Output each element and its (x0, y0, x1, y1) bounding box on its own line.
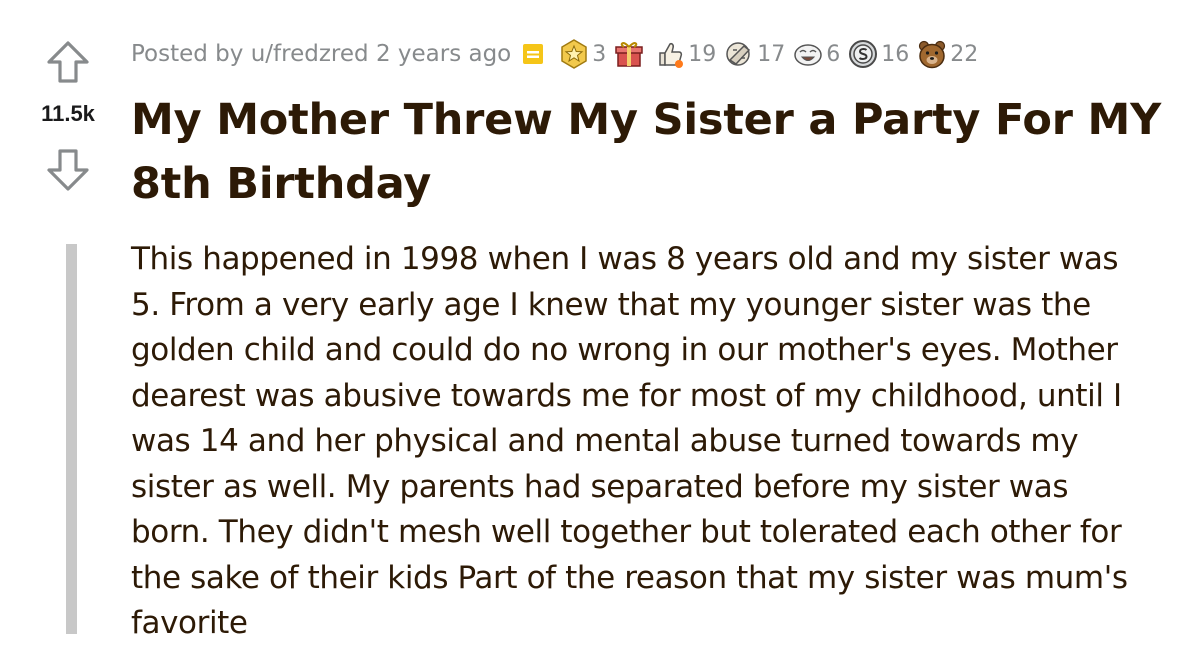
silver-coin-award-icon (849, 40, 878, 68)
award-count: 19 (688, 41, 717, 67)
award-laughing[interactable]: 6 (792, 38, 840, 70)
post-title[interactable]: My Mother Threw My Sister a Party For MY… (131, 88, 1171, 216)
post-age: 2 years ago (375, 41, 512, 67)
post-badge-icon (523, 44, 544, 64)
award-bear[interactable]: 22 (916, 38, 978, 70)
award-thumbs-up[interactable]: 19 (654, 38, 716, 70)
posted-by: Posted by u/fredzred 2 years ago (131, 41, 511, 67)
award-count: 3 (592, 41, 607, 67)
award-silver[interactable]: 16 (847, 38, 909, 70)
gift-box-award-icon (615, 42, 644, 67)
award-gift[interactable] (613, 38, 647, 70)
vote-column: 11.5k (0, 0, 130, 634)
award-facepalm[interactable]: 17 (723, 38, 785, 70)
award-count: 22 (950, 41, 979, 67)
post-meta: Posted by u/fredzred 2 years ago 3 19 17… (131, 36, 978, 72)
award-count: 6 (826, 41, 841, 67)
facepalm-award-icon (726, 42, 751, 66)
post-body: This happened in 1998 when I was 8 years… (131, 241, 1128, 641)
award-count: 17 (757, 41, 786, 67)
quote-bar (66, 244, 77, 634)
downvote-arrow-icon[interactable] (46, 148, 90, 192)
author-link[interactable]: u/fredzred (251, 41, 369, 67)
thumbs-up-award-icon (659, 43, 684, 68)
gold-star-award-icon (561, 39, 588, 69)
posted-prefix: Posted by (131, 41, 244, 67)
award-count: 16 (881, 41, 910, 67)
upvote-arrow-icon[interactable] (46, 40, 90, 84)
award-gold-star[interactable]: 3 (558, 38, 606, 70)
bear-award-icon (919, 40, 946, 69)
vote-score: 11.5k (41, 101, 95, 126)
laughing-face-award-icon (794, 44, 823, 66)
